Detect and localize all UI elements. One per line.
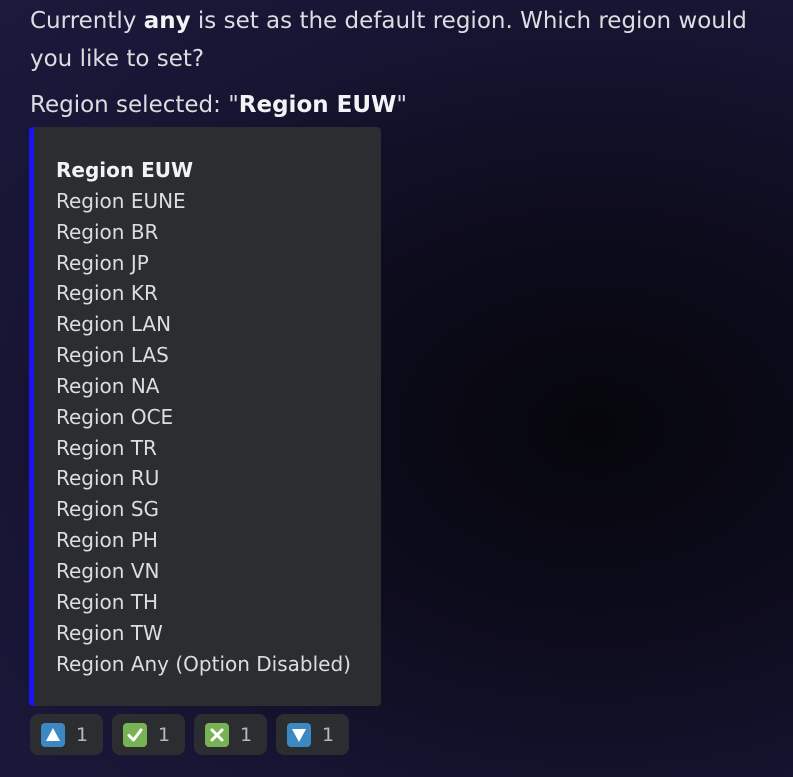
region-item: Region LAN [56, 312, 172, 337]
reaction-count: 1 [158, 723, 171, 746]
reaction-cross-mark[interactable]: 1 [194, 714, 267, 755]
region-list: Region EUW Region EUNE Region BR Region … [56, 155, 351, 679]
reaction-check-mark[interactable]: 1 [112, 714, 185, 755]
selected-label-prefix: Region selected: " [30, 92, 239, 118]
reaction-bar: 1 1 1 1 [30, 714, 349, 755]
region-item: Region RU [56, 466, 160, 491]
arrow-up-icon [41, 722, 65, 747]
embed-accent-bar [29, 127, 34, 706]
message-prefix: Currently [30, 8, 144, 34]
region-item: Region EUNE [56, 188, 186, 213]
region-item: Region KR [56, 281, 158, 306]
reaction-arrow-up[interactable]: 1 [30, 714, 103, 755]
region-item: Region PH [56, 528, 158, 553]
region-item: Region JP [56, 250, 149, 275]
reaction-count: 1 [240, 723, 253, 746]
region-item: Region BR [56, 219, 159, 244]
region-item: Region VN [56, 558, 160, 583]
check-mark-icon [123, 722, 147, 747]
reaction-arrow-down[interactable]: 1 [276, 714, 349, 755]
region-item: Region OCE [56, 404, 174, 429]
region-item: Region TR [56, 435, 157, 460]
arrow-down-icon [287, 722, 311, 747]
reaction-count: 1 [322, 723, 335, 746]
region-selected-text: Region selected: "Region EUW" [30, 86, 407, 124]
region-embed: Region EUW Region EUNE Region BR Region … [29, 127, 381, 706]
bot-message-text: Currently any is set as the default regi… [30, 2, 770, 78]
region-item: Region TH [56, 589, 159, 614]
cross-mark-icon [205, 722, 229, 747]
selected-region-value: Region EUW [238, 92, 397, 118]
current-region: any [143, 8, 191, 34]
selected-label-suffix: " [396, 92, 407, 118]
region-item: Region NA [56, 373, 160, 398]
region-item: Region Any (Option Disabled) [56, 651, 351, 676]
region-item: Region TW [56, 620, 163, 645]
region-item: Region LAS [56, 343, 169, 368]
region-item: Region EUW [56, 158, 194, 182]
region-item: Region SG [56, 497, 160, 522]
reaction-count: 1 [76, 723, 89, 746]
